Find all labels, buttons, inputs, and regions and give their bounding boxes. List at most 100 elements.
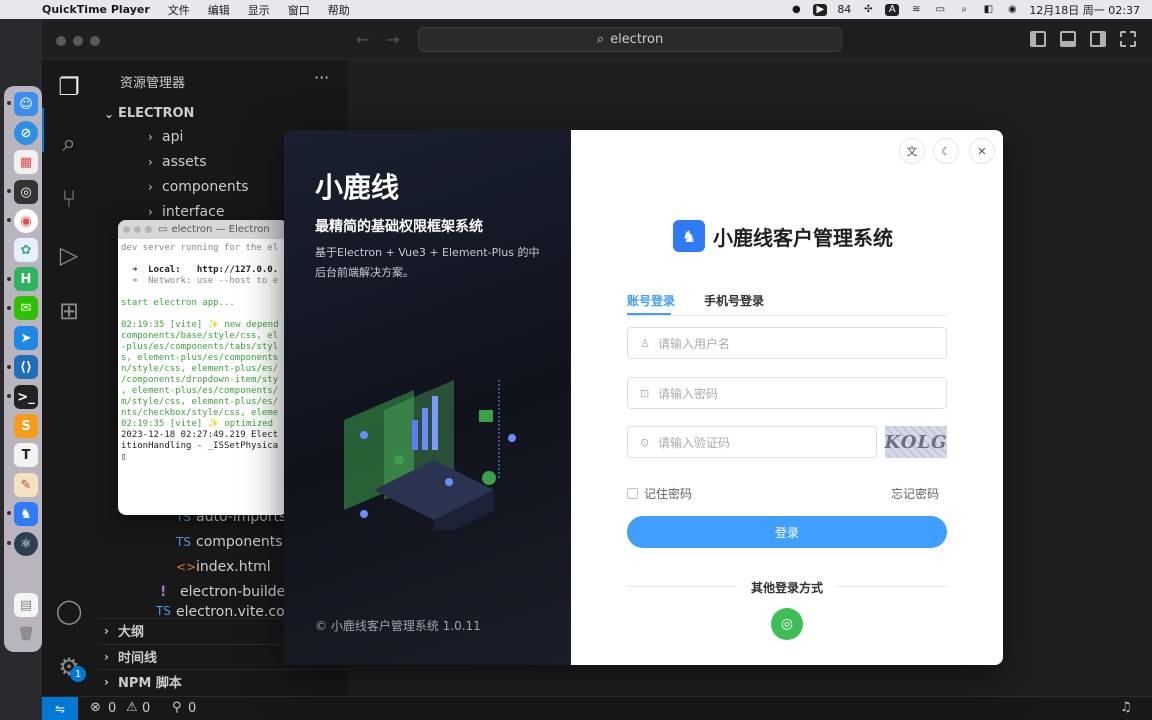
siri-icon[interactable]: ◉: [1005, 4, 1019, 16]
launchpad-icon[interactable]: ▦: [14, 150, 38, 174]
checkbox-box[interactable]: [627, 488, 638, 499]
errors-icon[interactable]: ⊗: [90, 700, 101, 715]
app-icon[interactable]: ✿: [14, 238, 38, 262]
menu-window[interactable]: 窗口: [288, 2, 310, 18]
menu-file[interactable]: 文件: [168, 2, 190, 18]
terminal-line: nts/checkbox/style/css, eleme: [121, 408, 279, 418]
command-center-search[interactable]: ⌕ electron: [418, 27, 842, 52]
window-zoom-button[interactable]: [90, 36, 100, 46]
toggle-primary-sidebar-icon[interactable]: [1030, 31, 1046, 47]
run-debug-icon[interactable]: ▷: [54, 240, 84, 270]
folder-label: assets: [162, 153, 207, 170]
terminal-line: s, element-plus/es/components: [121, 353, 279, 363]
source-control-icon[interactable]: ⑂: [54, 184, 84, 214]
menu-edit[interactable]: 编辑: [208, 2, 230, 18]
hbuilder-icon[interactable]: H: [14, 267, 38, 291]
menu-view[interactable]: 显示: [248, 2, 270, 18]
terminal-minimize-button[interactable]: [134, 226, 141, 233]
colorsync-icon[interactable]: ✎: [14, 473, 38, 497]
customize-layout-icon[interactable]: [1120, 31, 1136, 47]
typora-icon[interactable]: T: [14, 443, 38, 467]
extensions-icon[interactable]: ⊞: [54, 296, 84, 326]
window-close-button[interactable]: [56, 36, 66, 46]
control-center-icon[interactable]: ◧: [981, 4, 995, 16]
terminal-line: ➜ Local: http://127.0.0.: [121, 265, 279, 275]
menu-app-name[interactable]: QuickTime Player: [42, 3, 150, 16]
promo-description: 基于Electron + Vue3 + Element-Plus 的中后台前端解…: [315, 246, 540, 279]
user-icon: ♙: [640, 336, 650, 350]
trash-icon[interactable]: 🗑: [14, 622, 38, 646]
ports-icon[interactable]: ⚲: [172, 700, 182, 715]
forgot-password-link[interactable]: 忘记密码: [891, 485, 939, 502]
search-icon[interactable]: ⌕: [54, 128, 84, 158]
forward-arrow-icon[interactable]: →: [386, 30, 399, 49]
warnings-count[interactable]: 0: [142, 701, 150, 716]
terminal-close-button[interactable]: [123, 226, 130, 233]
feishu-icon[interactable]: ➤: [14, 326, 38, 350]
toggle-panel-icon[interactable]: [1060, 31, 1076, 47]
terminal-zoom-button[interactable]: [145, 226, 152, 233]
window-minimize-button[interactable]: [73, 36, 83, 46]
terminal-line: dev server running for the el: [121, 243, 279, 253]
ports-count[interactable]: 0: [188, 701, 196, 716]
warnings-icon[interactable]: ⚠: [126, 700, 138, 715]
dark-mode-moon-icon[interactable]: ☾: [933, 138, 959, 164]
wifi-icon[interactable]: ≋: [909, 4, 923, 16]
finder-icon[interactable]: ☺: [14, 92, 38, 116]
tab-account-login[interactable]: 账号登录: [627, 292, 675, 309]
dock-running-dot: [7, 365, 11, 369]
safari-icon[interactable]: ⊘: [14, 121, 38, 145]
captcha-image[interactable]: KOLG: [885, 426, 947, 458]
menu-help[interactable]: 帮助: [328, 2, 350, 18]
app-status-icon[interactable]: ▶: [813, 3, 828, 16]
isometric-illustration: [344, 380, 516, 530]
dock-running-dot: [7, 511, 11, 515]
username-input[interactable]: ♙ 请输入用户名: [627, 327, 947, 359]
password-input[interactable]: ⊡ 请输入密码: [627, 377, 947, 409]
close-icon[interactable]: ✕: [969, 138, 995, 164]
wechat-login-icon[interactable]: ◎: [771, 608, 803, 640]
notifications-bell-icon[interactable]: ♫: [1120, 700, 1132, 715]
terminal-window[interactable]: ▭ electron — Electron dev server running…: [118, 220, 288, 515]
wechat-icon[interactable]: ✉: [14, 296, 38, 320]
npm-scripts-section[interactable]: › NPM 脚本: [98, 669, 348, 693]
record-icon[interactable]: ●: [789, 4, 803, 16]
back-arrow-icon[interactable]: ←: [356, 30, 369, 49]
terminal-line: 02:19:35 [vite] ✨ new depend: [121, 320, 279, 330]
screen-recorder-icon[interactable]: ◎: [14, 180, 38, 204]
terminal-line: , element-plus/es/components/: [121, 386, 279, 396]
dock-running-dot: [7, 541, 11, 545]
terminal-line: start electron app...: [121, 298, 235, 308]
errors-count[interactable]: 0: [108, 701, 116, 716]
terminal-output[interactable]: dev server running for the el ➜ Local: h…: [118, 239, 288, 467]
root-folder-label: ELECTRON: [118, 106, 195, 121]
electron-icon[interactable]: ⚛: [14, 532, 38, 556]
toggle-secondary-sidebar-icon[interactable]: [1090, 31, 1106, 47]
chevron-right-icon: ›: [104, 674, 109, 689]
username-placeholder: 请输入用户名: [658, 336, 731, 351]
captcha-input[interactable]: ⊙ 请输入验证码: [627, 426, 877, 458]
vscode-icon[interactable]: ⟨⟩: [14, 355, 38, 379]
menubar-clock[interactable]: 12月18日 周一 02:37: [1029, 2, 1140, 18]
xiaoluxian-app-icon[interactable]: ♞: [14, 502, 38, 526]
login-button[interactable]: 登录: [627, 516, 947, 548]
tab-phone-login[interactable]: 手机号登录: [704, 292, 764, 309]
search-icon[interactable]: ⌕: [957, 4, 971, 16]
translate-icon[interactable]: 文: [899, 138, 925, 164]
terminal-line: -plus/es/components/tabs/styl: [121, 342, 279, 352]
input-method-icon[interactable]: A: [885, 3, 900, 16]
terminal-icon[interactable]: >_: [14, 385, 38, 409]
more-actions-icon[interactable]: ···: [314, 68, 329, 87]
deer-logo-icon: ♞: [673, 220, 705, 252]
tree-root-folder[interactable]: ⌄ ELECTRON: [98, 101, 348, 126]
cloud-icon[interactable]: ✣: [861, 4, 875, 16]
downloads-stack-icon[interactable]: ▤: [14, 593, 38, 617]
sublime-icon[interactable]: S: [14, 414, 38, 438]
chrome-icon[interactable]: ◉: [14, 209, 38, 233]
explorer-icon[interactable]: ❐: [54, 72, 84, 102]
captcha-placeholder: 请输入验证码: [658, 435, 731, 450]
account-icon[interactable]: ◯: [54, 596, 84, 626]
battery-icon[interactable]: ▭: [933, 4, 947, 16]
remember-password-checkbox[interactable]: 记住密码: [627, 485, 692, 502]
remote-indicator-icon[interactable]: ⇋: [42, 697, 78, 720]
